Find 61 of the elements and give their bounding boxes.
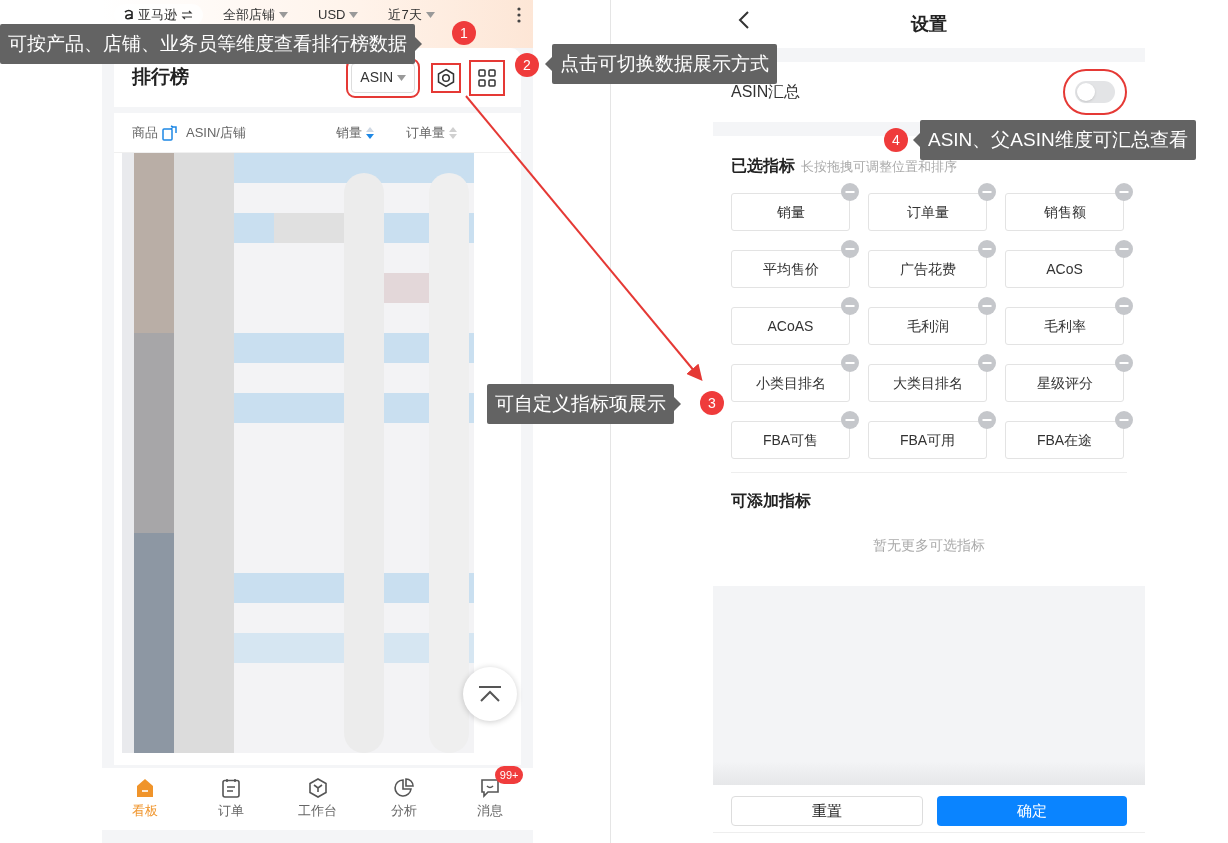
nav-tab[interactable]: 分析	[390, 777, 417, 821]
filter-dropdown[interactable]: 近7天	[378, 4, 445, 26]
number-badge: 3	[700, 391, 724, 415]
callout: ASIN、父ASIN维度可汇总查看	[913, 120, 1196, 160]
nav-tab[interactable]: 工作台	[298, 777, 337, 821]
sort-icon[interactable]	[449, 126, 457, 139]
settings-icon[interactable]	[433, 64, 459, 91]
nav-tab[interactable]: 订单	[218, 777, 245, 821]
number-badge: 2	[515, 53, 539, 77]
minus-icon[interactable]	[1115, 297, 1133, 315]
caret-icon	[279, 12, 288, 18]
more-icon[interactable]	[517, 7, 521, 23]
back-icon[interactable]	[738, 10, 750, 30]
cube-icon	[307, 777, 328, 798]
caret-icon	[397, 74, 406, 81]
section-heading: 可添加指标	[730, 491, 812, 511]
column-header: ASIN/店铺	[186, 124, 246, 143]
screen-title: 设置	[911, 12, 947, 36]
count-badge: 99+	[494, 765, 524, 784]
minus-icon[interactable]	[841, 297, 859, 315]
action-button[interactable]: 重置	[731, 796, 923, 826]
swap-icon	[181, 10, 193, 20]
callout: 点击可切换数据展示方式	[545, 44, 777, 84]
pie-chart-icon	[393, 777, 414, 798]
filter-dropdown[interactable]: 全部店铺	[213, 4, 298, 26]
minus-icon[interactable]	[841, 354, 859, 372]
filter-dropdown[interactable]: USD	[308, 4, 369, 26]
sort-icon[interactable]	[366, 126, 374, 139]
hint-text: 长按拖拽可调整位置和排序	[801, 158, 957, 176]
setting-label: ASIN汇总	[731, 82, 801, 102]
minus-icon[interactable]	[978, 297, 996, 315]
caret-icon	[349, 12, 359, 18]
section-heading: 已选指标	[731, 156, 795, 176]
minus-icon[interactable]	[978, 354, 996, 372]
empty-message: 暂无更多可选指标	[872, 536, 986, 555]
swap-image-icon[interactable]	[162, 124, 178, 141]
up-chevron-icon	[478, 686, 502, 703]
toggle-switch[interactable]	[1075, 81, 1115, 103]
callout: 可按产品、店铺、业务员等维度查看排行榜数据	[0, 24, 422, 64]
action-button[interactable]: 确定	[937, 796, 1127, 826]
callout: 可自定义指标项展示	[487, 384, 681, 424]
page-title: 排行榜	[132, 65, 189, 90]
chat-icon	[479, 777, 500, 798]
letter-a-icon	[124, 9, 134, 21]
minus-icon[interactable]	[1115, 354, 1133, 372]
minus-icon[interactable]	[1115, 183, 1133, 201]
minus-icon[interactable]	[978, 183, 996, 201]
minus-icon[interactable]	[978, 240, 996, 258]
minus-icon[interactable]	[1115, 240, 1133, 258]
minus-icon[interactable]	[841, 240, 859, 258]
minus-icon[interactable]	[841, 183, 859, 201]
minus-icon[interactable]	[978, 411, 996, 429]
column-header[interactable]: 销量	[336, 123, 362, 143]
column-header: 商品	[132, 124, 158, 143]
minus-icon[interactable]	[841, 411, 859, 429]
column-header[interactable]: 订单量	[406, 123, 445, 143]
grid-view-icon[interactable]	[471, 61, 503, 94]
clipboard-icon	[222, 777, 241, 798]
home-icon	[135, 777, 156, 798]
minus-icon[interactable]	[1115, 411, 1133, 429]
caret-icon	[425, 12, 435, 18]
